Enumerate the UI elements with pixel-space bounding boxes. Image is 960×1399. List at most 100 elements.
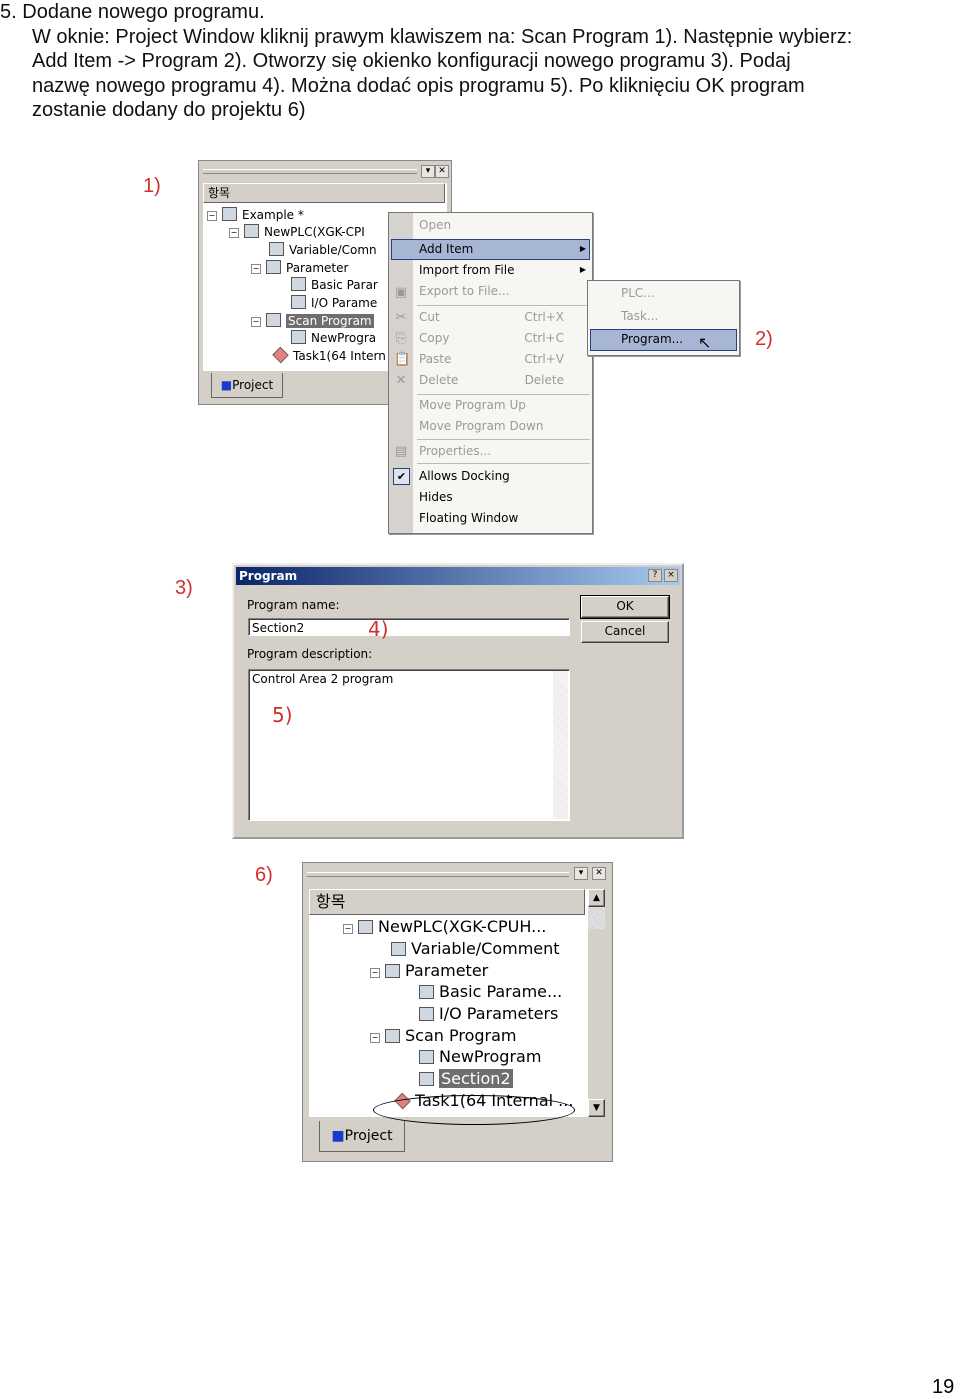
label-1: 1): [143, 175, 161, 197]
program-icon: [291, 330, 306, 344]
tree-item[interactable]: I/O Parameters: [439, 1004, 558, 1023]
dialog-title-bar: Program: [236, 567, 680, 585]
tree-item[interactable]: NewProgra: [311, 331, 376, 345]
submenu-arrow-icon: ▶: [579, 265, 586, 274]
tree-item[interactable]: NewPLC(XGK-CPUH...: [378, 917, 546, 936]
vertical-scrollbar[interactable]: ▲ ▼: [588, 889, 605, 1117]
menu-item-floating-window[interactable]: Floating Window: [419, 508, 586, 528]
tree-item[interactable]: Basic Parame...: [439, 982, 562, 1001]
properties-icon: ▤: [394, 444, 408, 459]
text-line: nazwę nowego programu 4). Można dodać op…: [32, 74, 805, 97]
help-button[interactable]: ?: [648, 569, 662, 582]
program-dialog: Program ? × Program name: Section2 4) Pr…: [232, 563, 684, 839]
menu-item-paste[interactable]: Paste Ctrl+V: [419, 349, 586, 369]
menu-item-move-up[interactable]: Move Program Up: [419, 395, 586, 415]
collapse-icon[interactable]: −: [251, 264, 261, 274]
tree-item[interactable]: Example *: [242, 208, 304, 222]
collapse-icon[interactable]: −: [251, 317, 261, 327]
menu-item-add-item[interactable]: Add Item ▶: [419, 239, 586, 259]
submenu-arrow-icon: ▶: [579, 244, 586, 253]
drag-grip[interactable]: [307, 872, 569, 877]
scroll-down-button[interactable]: ▼: [588, 1099, 605, 1117]
paste-icon: 📋: [394, 352, 411, 367]
program-name-label: Program name:: [247, 598, 340, 612]
collapse-icon[interactable]: −: [343, 924, 353, 934]
menu-item-import-from-file[interactable]: Import from File ▶: [419, 260, 586, 280]
tree-item[interactable]: Parameter: [286, 261, 348, 275]
add-item-submenu: PLC... Task... Program... ↖: [587, 280, 740, 356]
task-icon: [272, 346, 289, 364]
collapse-icon[interactable]: −: [370, 968, 380, 978]
tree-item[interactable]: NewProgram: [439, 1047, 541, 1066]
plc-icon: [358, 920, 373, 934]
project-icon: [222, 207, 237, 221]
menu-item-copy[interactable]: Copy Ctrl+C: [419, 328, 586, 348]
step-title: Dodane nowego programu.: [22, 1, 265, 23]
tree-item[interactable]: Variable/Comment: [411, 939, 560, 958]
ok-button[interactable]: OK: [580, 595, 670, 619]
dialog-title: Program: [239, 569, 298, 583]
tab-project[interactable]: ■Project: [211, 373, 283, 398]
program-icon: [419, 1050, 434, 1064]
basic-parameter-icon: [419, 985, 434, 999]
column-header[interactable]: 항목: [309, 889, 585, 915]
tab-project[interactable]: ■Project: [319, 1121, 405, 1152]
basic-parameter-icon: [291, 277, 306, 291]
cursor-icon: ↖: [698, 333, 712, 352]
program-description-textarea[interactable]: Control Area 2 program: [248, 669, 570, 821]
column-header[interactable]: 항목: [203, 183, 445, 203]
close-button[interactable]: ✕: [435, 165, 449, 178]
menu-item-open[interactable]: Open: [419, 215, 586, 235]
tree-item[interactable]: Basic Parar: [311, 278, 378, 292]
submenu-item-program[interactable]: Program...: [621, 329, 733, 349]
label-2: 2): [755, 328, 773, 350]
project-window-2: ▾ ✕ 항목 ▲ ▼ − NewPLC(XGK-CPUH... Variable/…: [302, 862, 613, 1162]
tree-item[interactable]: Variable/Comn: [289, 243, 377, 257]
scrollbar[interactable]: [553, 671, 568, 819]
text-line: Add Item -> Program 2). Otworzy się okie…: [32, 50, 791, 72]
collapse-icon[interactable]: −: [370, 1033, 380, 1043]
io-parameter-icon: [419, 1007, 434, 1021]
program-icon: [419, 1072, 434, 1086]
submenu-item-task[interactable]: Task...: [621, 306, 733, 326]
tree-item-selected[interactable]: Section2: [439, 1069, 513, 1088]
program-name-input[interactable]: Section2: [248, 618, 570, 636]
tree-item[interactable]: I/O Parame: [311, 296, 377, 310]
context-menu: Open Add Item ▶ Import from File ▶ ▣ Expor…: [388, 212, 593, 534]
variable-icon: [391, 942, 406, 956]
tree-item-selected[interactable]: Scan Program: [286, 314, 374, 328]
cancel-button[interactable]: Cancel: [581, 621, 669, 643]
collapse-icon[interactable]: −: [207, 211, 217, 221]
close-button[interactable]: ✕: [592, 867, 606, 880]
label-6: 6): [255, 864, 273, 886]
tree-item[interactable]: Scan Program: [405, 1026, 517, 1045]
menu-item-hides[interactable]: Hides: [419, 487, 586, 507]
menu-item-cut[interactable]: Cut Ctrl+X: [419, 307, 586, 327]
tree-item[interactable]: Parameter: [405, 961, 488, 980]
dropdown-button[interactable]: ▾: [574, 867, 588, 880]
export-icon: ▣: [394, 285, 408, 300]
tree-item[interactable]: NewPLC(XGK-CPI: [264, 225, 365, 239]
collapse-icon[interactable]: −: [229, 228, 239, 238]
scan-program-icon: [385, 1029, 400, 1043]
submenu-item-plc[interactable]: PLC...: [621, 283, 733, 303]
menu-item-allows-docking[interactable]: Allows Docking: [419, 466, 586, 486]
drag-grip[interactable]: [203, 169, 417, 174]
menu-item-delete[interactable]: Delete Delete: [419, 370, 586, 390]
label-3: 3): [175, 577, 193, 599]
label-4: 4): [368, 617, 389, 641]
scrollbar-track[interactable]: [588, 907, 605, 929]
cut-icon: ✂: [395, 310, 407, 325]
menu-item-move-down[interactable]: Move Program Down: [419, 416, 586, 436]
scroll-up-button[interactable]: ▲: [588, 889, 605, 907]
text-line: zostanie dodany do projektu 6): [32, 99, 306, 121]
parameter-icon: [385, 964, 400, 978]
menu-item-properties[interactable]: Properties...: [419, 441, 586, 461]
dialog-close-button[interactable]: ×: [664, 569, 678, 582]
check-icon: ✔: [393, 468, 410, 485]
scan-program-icon: [266, 313, 281, 327]
variable-icon: [269, 242, 284, 256]
tree-item[interactable]: Task1(64 Intern: [293, 349, 386, 363]
menu-item-export[interactable]: Export to File...: [419, 281, 586, 301]
dropdown-button[interactable]: ▾: [421, 165, 435, 178]
